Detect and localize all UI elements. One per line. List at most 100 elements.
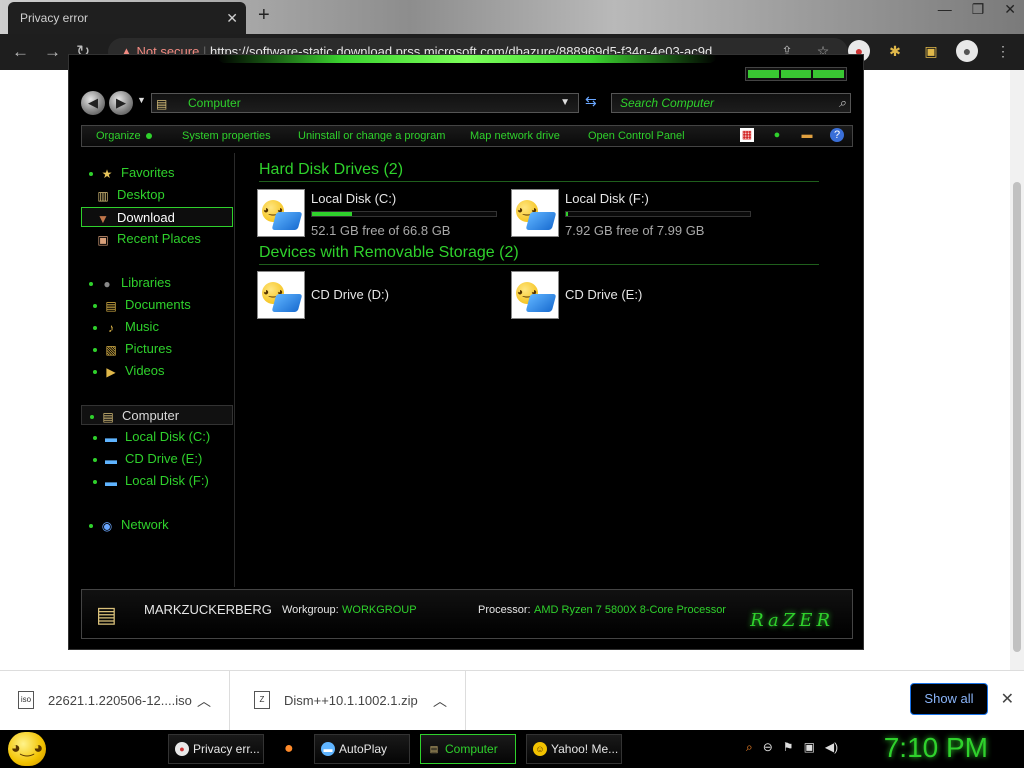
- explorer-window: ◀ ▶ ▼ ▤ Computer ▼ ⇆ Search Computer ⌕ O…: [68, 54, 864, 650]
- libraries-icon: ●: [103, 276, 111, 291]
- group-header-hard-disk-drives[interactable]: Hard Disk Drives (2): [259, 161, 403, 179]
- drive-name: CD Drive (D:): [311, 287, 389, 302]
- system-properties-button[interactable]: System properties: [182, 126, 271, 146]
- iso-file-icon: iso: [18, 691, 34, 709]
- preview-pane-icon[interactable]: ▬: [800, 128, 814, 142]
- hard-drive-icon: ◕‿◕: [511, 189, 559, 237]
- sidebar-item-favorites[interactable]: ★ Favorites: [81, 163, 233, 183]
- browser-tab[interactable]: Privacy error ✕: [8, 2, 246, 34]
- refresh-icon[interactable]: ⇆: [585, 93, 597, 110]
- sidebar-item-libraries[interactable]: ● Libraries: [81, 273, 233, 293]
- window-close-icon[interactable]: ✕: [1004, 0, 1016, 18]
- puzzle-icon[interactable]: ✱: [884, 40, 906, 62]
- task-privacy-error[interactable]: ● Privacy err...: [168, 734, 264, 764]
- sidebar-item-recent-places[interactable]: ▣ Recent Places: [81, 229, 233, 249]
- network-icon: ◉: [101, 518, 113, 533]
- sidebar-item-desktop[interactable]: ▥ Desktop: [81, 185, 233, 205]
- address-field[interactable]: ▤ Computer ▼: [151, 93, 579, 113]
- drive-free-space: 7.92 GB free of 7.99 GB: [565, 223, 705, 238]
- download-item[interactable]: iso 22621.1.220506-12....iso ︿: [0, 671, 230, 731]
- start-button[interactable]: ◕‿◕: [8, 732, 46, 766]
- sidebar-item-music[interactable]: ♪ Music: [81, 317, 233, 337]
- download-item[interactable]: Z Dism++10.1.1002.1.zip ︿: [236, 671, 466, 731]
- navigation-pane: ★ Favorites ▥ Desktop ▼ Download ▣ Recent Pl…: [81, 153, 235, 587]
- sidebar-item-documents[interactable]: ▤ Documents: [81, 295, 233, 315]
- task-yahoo-messenger[interactable]: ☺ Yahoo! Me...: [526, 734, 622, 764]
- chevron-up-icon[interactable]: ︿: [433, 691, 447, 711]
- show-all-button[interactable]: Show all: [910, 683, 988, 715]
- close-icon[interactable]: ✕: [1001, 689, 1014, 709]
- title-decoration: [217, 55, 717, 63]
- settings-icon[interactable]: ⊖: [763, 740, 773, 755]
- sidebar-item-local-disk-f[interactable]: ▬ Local Disk (F:): [81, 471, 233, 491]
- drive-item-d[interactable]: ◕‿◕ CD Drive (D:): [257, 271, 497, 321]
- computer-name: MARKZUCKERBERG: [144, 602, 272, 617]
- action-center-icon[interactable]: ⚑: [783, 740, 794, 755]
- drive-icon: ▬: [105, 452, 117, 467]
- chevron-up-icon[interactable]: ︿: [197, 691, 211, 711]
- uninstall-program-button[interactable]: Uninstall or change a program: [298, 126, 445, 146]
- autoplay-icon: ▬: [321, 742, 335, 756]
- search-input[interactable]: Search Computer ⌕: [611, 93, 851, 113]
- back-icon[interactable]: ←: [12, 42, 29, 62]
- search-icon[interactable]: ⌕: [839, 94, 846, 112]
- music-icon: ♪: [108, 320, 114, 335]
- page-scrollbar[interactable]: [1010, 70, 1024, 670]
- profile-icon[interactable]: ●: [956, 40, 978, 62]
- group-divider: [259, 181, 819, 182]
- menu-icon[interactable]: ⋮: [992, 40, 1014, 62]
- explorer-minimize-button[interactable]: [748, 70, 779, 78]
- razer-logo: RaZER: [750, 610, 834, 631]
- task-computer[interactable]: ▤ Computer: [420, 734, 516, 764]
- command-bar: Organize System properties Uninstall or …: [81, 125, 853, 147]
- firefox-icon[interactable]: ●: [284, 740, 294, 758]
- cd-drive-icon: ◕‿◕: [511, 271, 559, 319]
- pictures-icon: ▧: [105, 342, 117, 357]
- drive-name: Local Disk (F:): [565, 191, 649, 206]
- drive-item-f[interactable]: ◕‿◕ Local Disk (F:) 7.92 GB free of 7.99…: [511, 189, 751, 239]
- forward-icon[interactable]: →: [44, 42, 61, 62]
- sidebar-item-local-disk-c[interactable]: ▬ Local Disk (C:): [81, 427, 233, 447]
- open-control-panel-button[interactable]: Open Control Panel: [588, 126, 685, 146]
- zip-file-icon: Z: [254, 691, 270, 709]
- window-controls: — ❐ ✕: [938, 0, 1016, 18]
- sidebar-item-cd-drive-e[interactable]: ▬ CD Drive (E:): [81, 449, 233, 469]
- help-icon[interactable]: ?: [830, 128, 844, 142]
- drive-free-space: 52.1 GB free of 66.8 GB: [311, 223, 451, 238]
- sidebar-item-pictures[interactable]: ▧ Pictures: [81, 339, 233, 359]
- organize-button[interactable]: Organize: [96, 126, 152, 146]
- task-autoplay[interactable]: ▬ AutoPlay: [314, 734, 410, 764]
- tab-close-icon[interactable]: ✕: [226, 2, 238, 34]
- address-dropdown-icon[interactable]: ▼: [560, 94, 570, 112]
- history-dropdown-icon[interactable]: ▼: [137, 95, 146, 105]
- drive-item-c[interactable]: ◕‿◕ Local Disk (C:) 52.1 GB free of 66.8…: [257, 189, 497, 239]
- maximize-icon[interactable]: ❐: [972, 0, 985, 18]
- processor-label: Processor:: [478, 604, 531, 616]
- search-icon[interactable]: ⌕: [746, 740, 753, 755]
- taskbar: ◕‿◕ ● Privacy err... ● ▬ AutoPlay ▤ Compute…: [0, 730, 1024, 768]
- explorer-close-button[interactable]: [813, 70, 845, 78]
- view-icon[interactable]: ▦: [740, 128, 754, 142]
- sidebar-item-videos[interactable]: ▶ Videos: [81, 361, 233, 381]
- workgroup-value: WORKGROUP: [342, 604, 417, 616]
- volume-icon[interactable]: ◀): [825, 740, 838, 755]
- explorer-forward-button[interactable]: ▶: [109, 91, 133, 115]
- download-filename: 22621.1.220506-12....iso: [48, 693, 192, 708]
- new-tab-icon[interactable]: +: [258, 4, 270, 27]
- drive-item-e[interactable]: ◕‿◕ CD Drive (E:): [511, 271, 751, 321]
- minimize-icon[interactable]: —: [938, 0, 952, 18]
- videos-icon: ▶: [106, 364, 116, 379]
- desktop-icon: ▥: [97, 188, 109, 203]
- clock[interactable]: 7:10 PM: [884, 732, 988, 764]
- sidebar-item-network[interactable]: ◉ Network: [81, 515, 233, 535]
- sidebar-item-downloads[interactable]: ▼ Download: [81, 207, 233, 227]
- explorer-maximize-button[interactable]: [780, 70, 812, 78]
- network-icon[interactable]: ▣: [804, 740, 815, 755]
- map-network-drive-button[interactable]: Map network drive: [470, 126, 560, 146]
- sidebar-item-computer[interactable]: ▤ Computer: [81, 405, 233, 425]
- explorer-back-button[interactable]: ◀: [81, 91, 105, 115]
- scrollbar-thumb[interactable]: [1013, 182, 1021, 652]
- group-header-removable-storage[interactable]: Devices with Removable Storage (2): [259, 244, 519, 262]
- view-options-icon[interactable]: ●: [770, 128, 784, 142]
- reading-mode-icon[interactable]: ▣: [920, 40, 942, 62]
